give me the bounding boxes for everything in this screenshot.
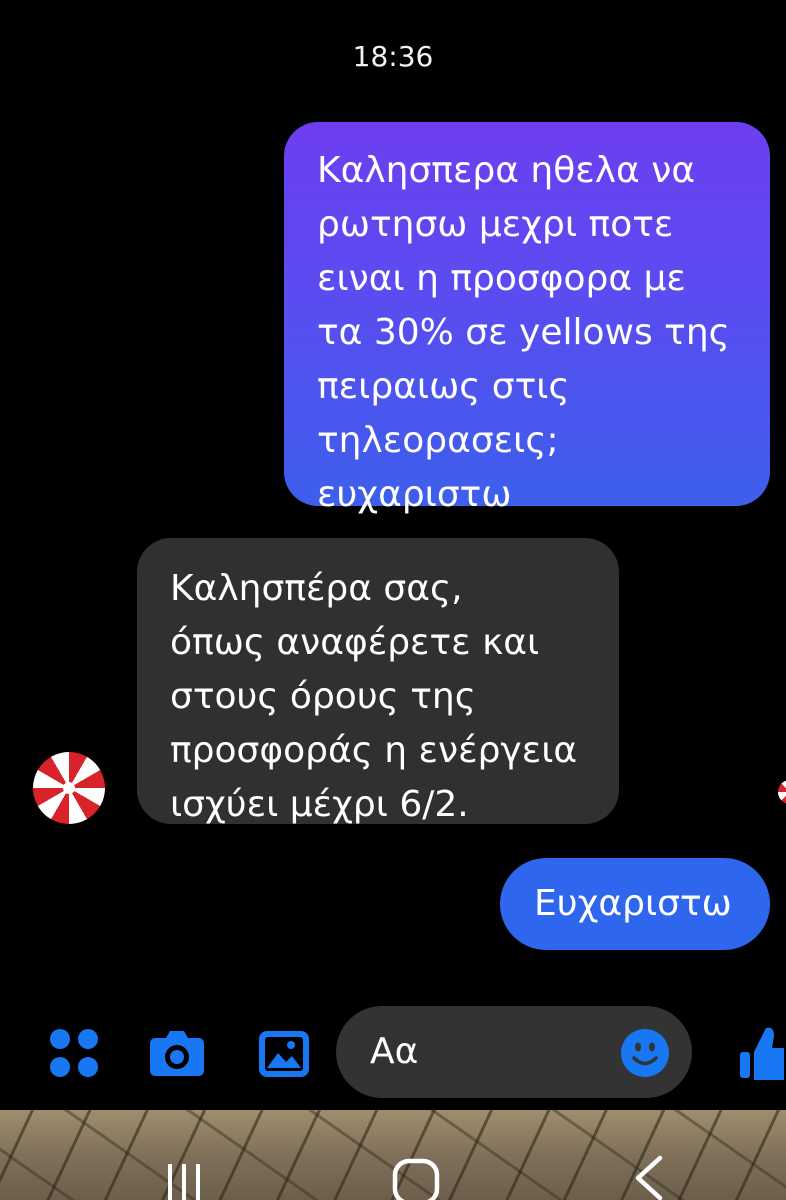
message-input-placeholder: Αα: [370, 1031, 419, 1072]
recent-apps-icon[interactable]: [160, 1158, 208, 1200]
message-timestamp: 18:36: [352, 40, 434, 73]
incoming-message-bubble[interactable]: Καλησπέρα σας, όπως αναφέρετε και στους …: [137, 538, 619, 825]
home-icon[interactable]: [390, 1156, 442, 1200]
sender-avatar[interactable]: [33, 752, 105, 824]
gallery-icon[interactable]: [258, 1030, 310, 1078]
read-receipt-avatar: [778, 780, 786, 804]
apps-icon[interactable]: [49, 1028, 99, 1078]
emoji-icon[interactable]: [620, 1028, 670, 1078]
outgoing-message-bubble[interactable]: Καλησπερα ηθελα να ρωτησω μεχρι ποτε ειν…: [284, 122, 770, 515]
outgoing-message-bubble[interactable]: Ευχαριστω: [500, 858, 770, 950]
system-navigation-bar: [0, 1110, 786, 1200]
camera-icon[interactable]: [148, 1028, 206, 1078]
back-icon[interactable]: [630, 1154, 666, 1200]
message-input[interactable]: Αα: [336, 1006, 692, 1098]
like-icon[interactable]: [738, 1022, 786, 1082]
